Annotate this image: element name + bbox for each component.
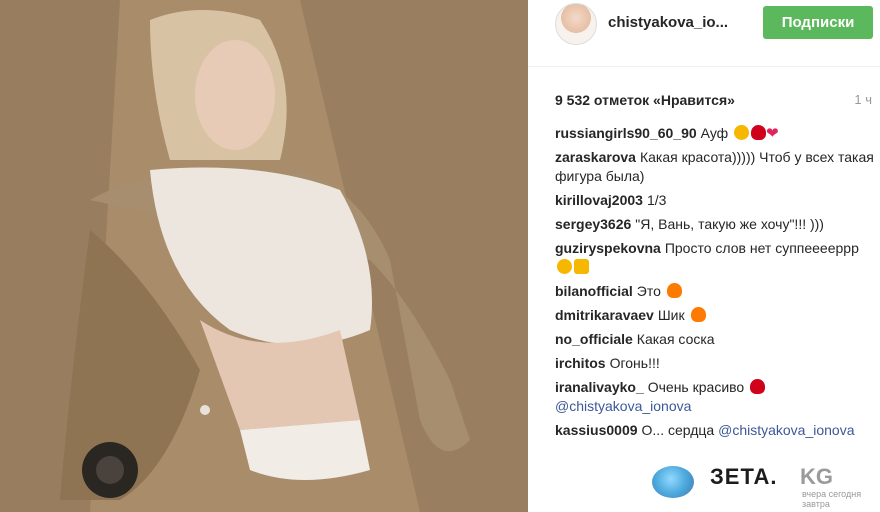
comment: zaraskarova Какая красота))))) Чтоб у все… — [555, 148, 875, 186]
fire-icon — [690, 307, 706, 322]
comment-text: О... сердца — [641, 422, 715, 438]
comment-username[interactable]: no_officiale — [555, 331, 633, 347]
watermark-kg: KG — [800, 464, 833, 489]
post-time[interactable]: 1 ч — [854, 92, 872, 107]
comment: irchitos Огонь!!! — [555, 354, 875, 373]
comment-text: Какая соска — [636, 331, 715, 347]
following-button[interactable]: Подписки — [763, 6, 873, 39]
comment: bilanofficial Это — [555, 282, 875, 301]
globe-icon — [652, 466, 694, 498]
comment-text: "Я, Вань, такую же хочу"!!! ))) — [635, 216, 824, 232]
heart-icon: ❤ — [766, 125, 779, 142]
comment-text: 1/3 — [646, 192, 667, 208]
mention-link[interactable]: @chistyakova_ionova — [718, 422, 854, 438]
comment-username[interactable]: bilanofficial — [555, 283, 633, 299]
comment-username[interactable]: sergey3626 — [555, 216, 631, 232]
photo-illustration — [0, 0, 528, 512]
smiling-face-icon — [734, 125, 750, 140]
comment: sergey3626 "Я, Вань, такую же хочу"!!! ))… — [555, 215, 875, 234]
comment: kirillovaj2003 1/3 — [555, 191, 875, 210]
mention-link[interactable]: @chistyakova_ionova — [555, 398, 691, 414]
comment: no_officiale Какая соска — [555, 330, 875, 349]
comment: dmitrikaravaev Шик — [555, 306, 875, 325]
comment-text: Шик — [657, 307, 685, 323]
likes-count[interactable]: 9 532 отметок «Нравится» — [555, 92, 735, 108]
comment: kassius0009 О... сердца @chistyakova_iono… — [555, 421, 875, 440]
comments-list: russiangirls90_60_90 Ауф ❤ zaraskarova Как… — [555, 124, 875, 445]
comment-username[interactable]: dmitrikaravaev — [555, 307, 654, 323]
comment-text: Огонь!!! — [609, 355, 660, 371]
thumbs-up-icon — [574, 259, 589, 274]
comment-username[interactable]: russiangirls90_60_90 — [555, 125, 697, 141]
post-sidebar: chistyakova_io... Подписки 9 532 отметок… — [528, 0, 880, 512]
comment-username[interactable]: iranalivayko_ — [555, 379, 644, 395]
post-photo[interactable] — [0, 0, 528, 512]
watermark-logo: ЗЕТА. KG вчера сегодня завтра — [652, 462, 872, 509]
comment-username[interactable]: zaraskarova — [555, 149, 636, 165]
comment-username[interactable]: kirillovaj2003 — [555, 192, 643, 208]
comment-username[interactable]: irchitos — [555, 355, 606, 371]
fire-icon — [666, 283, 682, 298]
comment: guziryspekovna Просто слов нет суппеееерр… — [555, 239, 875, 277]
avatar[interactable] — [555, 3, 597, 45]
kiss-lips-icon — [750, 379, 766, 394]
watermark-tagline: вчера сегодня завтра — [802, 489, 862, 509]
comment-text: Просто слов нет суппееееррр — [664, 240, 859, 256]
comment-username[interactable]: kassius0009 — [555, 422, 638, 438]
heart-eyes-icon — [557, 259, 572, 274]
comment: iranalivayko_ Очень красиво @chistyakova_… — [555, 378, 875, 416]
watermark-brand: ЗЕТА. — [710, 464, 778, 489]
post-header: chistyakova_io... Подписки — [528, 0, 880, 67]
comment-text: Очень красиво — [647, 379, 745, 395]
username-link[interactable]: chistyakova_io... — [608, 14, 728, 31]
comment-username[interactable]: guziryspekovna — [555, 240, 661, 256]
comment-text: Ауф — [700, 125, 729, 141]
comment-text: Это — [636, 283, 661, 299]
comment: russiangirls90_60_90 Ауф ❤ — [555, 124, 875, 143]
kiss-lips-icon — [751, 125, 767, 140]
